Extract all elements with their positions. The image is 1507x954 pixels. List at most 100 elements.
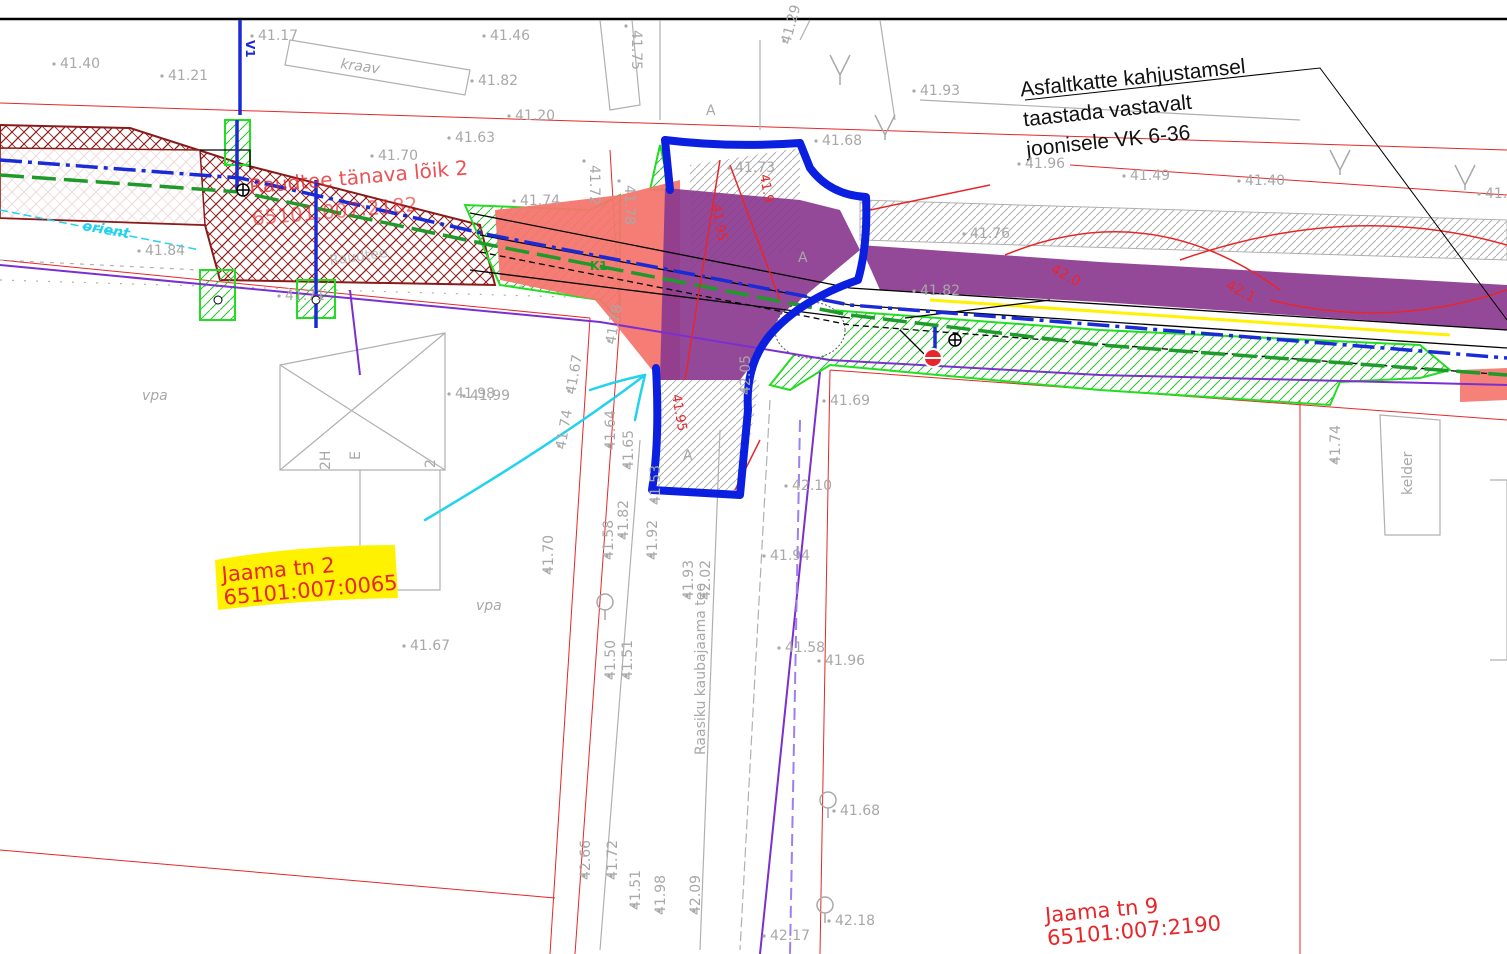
spot-height-dot [632, 904, 636, 908]
annotation-line-1: Asfaltkatte kahjustamsel [1019, 55, 1247, 102]
spot-height-label: 41.67 [410, 638, 450, 654]
sewer-line-label: K1 [590, 259, 608, 273]
spot-height-dot [370, 154, 374, 158]
spot-height-label: 42.05 [738, 355, 754, 395]
letter-a-3: A [683, 448, 693, 464]
spot-height-label: 41.92 [645, 520, 661, 560]
kraav-label: kraav [339, 56, 381, 77]
spot-height-label: 41.72 [586, 165, 602, 205]
spot-height-dot [250, 34, 254, 38]
spot-height-label: 41.69 [830, 393, 870, 409]
spot-height-dot [962, 232, 966, 236]
spot-height-dot [742, 389, 746, 393]
spot-height-label: 41.70 [541, 535, 557, 575]
spot-height-dot [512, 199, 516, 203]
spot-height-label: 41.65 [621, 430, 637, 470]
spot-height-dot [832, 809, 836, 813]
street-segment-name: Raudtee tänava lõik 2 [248, 155, 469, 198]
spot-height-label: 41.82 [478, 73, 518, 89]
spot-height-dot [624, 674, 628, 678]
spot-height-label: 41.71 [285, 288, 325, 304]
spot-height-dot [160, 74, 164, 78]
spot-height-dot [52, 62, 56, 66]
spot-height-dot [777, 646, 781, 650]
spot-height-label: 41.78 [621, 185, 637, 225]
spot-height-dot [277, 294, 281, 298]
spot-height-dot [1017, 162, 1021, 166]
spot-height-dot [609, 874, 613, 878]
spot-height-dot [447, 136, 451, 140]
spot-height-label: 41.94 [770, 548, 810, 564]
spot-height-label: 41.72 [605, 840, 621, 880]
spot-height-dot [605, 554, 609, 558]
spot-height-label: 41.53 [648, 465, 664, 505]
spot-height-dot [462, 394, 466, 398]
spot-height-label: 41.98 [653, 875, 669, 915]
spot-height-label: 41.68 [840, 803, 880, 819]
spot-height-dot [470, 79, 474, 83]
spot-height-label: 41.20 [515, 108, 555, 124]
road-name-label: Raasiku kaubajaama tee [693, 583, 709, 755]
spot-height-dot [137, 249, 141, 253]
spot-height-label: 41.74 [1328, 425, 1344, 465]
building-e-label: E [348, 451, 364, 460]
spot-height-label: 41.51 [628, 870, 644, 910]
spot-height-dot [607, 674, 611, 678]
keller-label: kelder [1400, 451, 1416, 495]
spot-height-label: 41.40 [60, 56, 100, 72]
spot-height-label: 41.82 [920, 283, 960, 299]
spot-height-label: 42.10 [792, 478, 832, 494]
spot-height-label: 41.58 [601, 520, 617, 560]
spot-height-dot [607, 339, 611, 343]
spot-height-label: 41.73 [735, 160, 775, 176]
spot-height-dot [582, 874, 586, 878]
existing-road-strip [859, 199, 1507, 261]
spot-height-dot [545, 569, 549, 573]
parcel-jaama9-label: Jaama tn 9 65101:007:2190 [1042, 894, 1222, 951]
spot-height-dot [685, 594, 689, 598]
spot-height-dot [692, 909, 696, 913]
spot-height-dot [557, 444, 561, 448]
spot-height-label: 41.64 [603, 410, 619, 450]
vpa-label-1: vpa [142, 388, 168, 404]
spot-height-label: 41.96 [1025, 156, 1065, 172]
spot-height-label: 42.17 [770, 928, 810, 944]
spot-height-label: 41.68 [822, 133, 862, 149]
spot-height-label: 41.76 [970, 226, 1010, 242]
spot-height-dot [649, 554, 653, 558]
spot-height-dot [782, 39, 786, 43]
spot-height-dot [762, 554, 766, 558]
spot-height-label: 42.09 [688, 875, 704, 915]
spot-height-label: 41.84 [145, 243, 185, 259]
site-plan-map: Asfaltkatte kahjustamsel taastada vastav… [0, 3, 1507, 954]
annotation-note: Asfaltkatte kahjustamsel taastada vastav… [1019, 55, 1247, 161]
spot-height-dot [624, 24, 628, 28]
spot-height-dot [762, 934, 766, 938]
spot-height-label: 41.63 [455, 130, 495, 146]
spot-height-dot [402, 644, 406, 648]
spot-height-dot [817, 659, 821, 663]
spot-height-label: 41.51 [620, 640, 636, 680]
spot-height-label: 41.17 [258, 28, 298, 44]
vpa-label-2: vpa [476, 598, 502, 614]
spot-height-dot [652, 499, 656, 503]
spot-height-label: 41.74 [553, 408, 576, 450]
spot-height-dot [625, 464, 629, 468]
water-line-label: V1 [243, 40, 257, 58]
spot-height-label: 41.82 [616, 500, 632, 540]
spot-height-dot [912, 289, 916, 293]
spot-height-dot [784, 484, 788, 488]
spot-height-dot [1332, 459, 1336, 463]
building-2-label: 2 [423, 459, 439, 468]
building-2h-label: 2H [318, 451, 334, 470]
letter-a-1: A [706, 103, 716, 119]
spot-height-label: 41.93 [681, 560, 697, 600]
spot-height-label: 41.93 [920, 83, 960, 99]
spot-height-dot [822, 399, 826, 403]
spot-height-label: 41.40 [1245, 173, 1285, 189]
spot-height-dot [507, 114, 511, 118]
spot-height-label: 41.70 [378, 148, 418, 164]
spot-height-dot [1477, 192, 1481, 196]
spot-height-label: 41.62 [1485, 186, 1507, 202]
spot-height-dot [1122, 174, 1126, 178]
